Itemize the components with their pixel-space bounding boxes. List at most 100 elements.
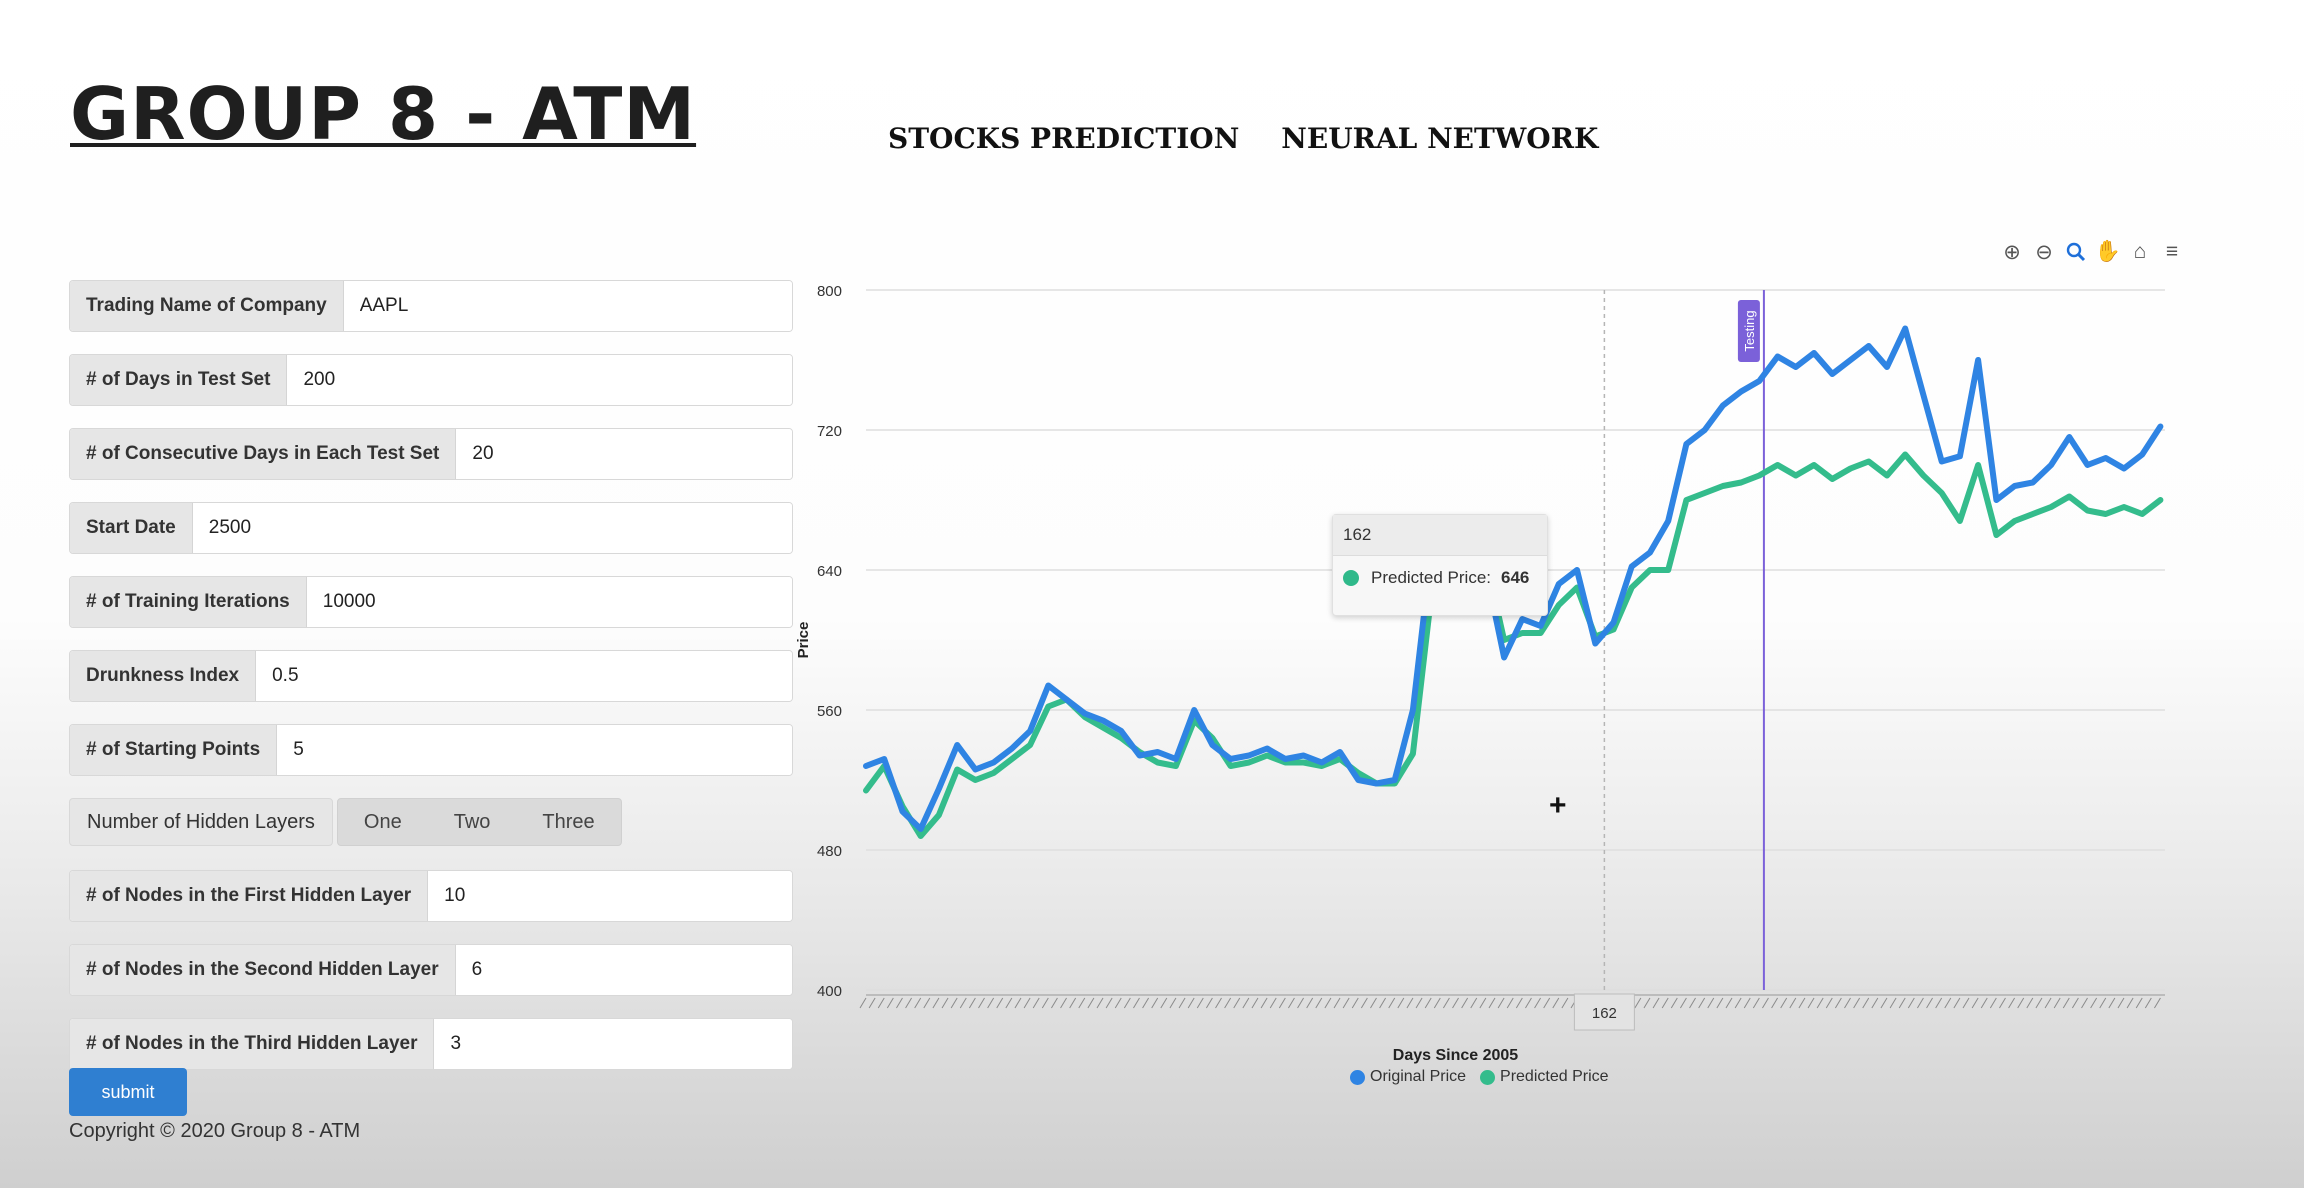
drunkness-input[interactable]	[256, 651, 792, 701]
nav-stocks-prediction[interactable]: STOCKS PREDICTION	[888, 122, 1239, 155]
x-tick-mark	[1643, 997, 1651, 1009]
x-tick-mark	[1251, 997, 1259, 1009]
x-tick-mark	[1862, 997, 1870, 1009]
x-tick-mark	[1771, 997, 1779, 1009]
second-layer-nodes-input[interactable]	[455, 945, 792, 995]
company-input[interactable]	[343, 281, 792, 331]
field-label-first-layer-nodes: # of Nodes in the First Hidden Layer	[70, 871, 429, 921]
x-tick-mark	[1944, 997, 1952, 1009]
x-tick-mark	[1133, 997, 1140, 1009]
x-tick-mark	[1096, 997, 1104, 1009]
hidden-layers-two-button[interactable]: Two	[428, 799, 517, 845]
x-tick-mark	[1725, 997, 1733, 1009]
legend-label-original: Original Price	[1370, 1068, 1467, 1085]
x-tick-mark	[1506, 997, 1514, 1009]
x-tick-mark	[2117, 997, 2125, 1009]
x-tick-mark	[923, 997, 931, 1009]
x-tick-mark	[1926, 997, 1933, 1009]
x-tick-mark	[1807, 997, 1815, 1009]
field-label-start-date: Start Date	[70, 503, 193, 553]
x-tick-mark	[1415, 997, 1423, 1009]
x-tick-mark	[950, 997, 958, 1009]
start-date-input[interactable]	[192, 503, 792, 553]
x-tick-mark	[1789, 997, 1797, 1009]
x-tick-mark	[1834, 997, 1842, 1009]
x-tick-mark	[1634, 997, 1642, 1009]
x-tick-mark	[1999, 997, 2006, 1009]
x-tick-mark	[1661, 997, 1669, 1009]
x-tick-mark	[1360, 997, 1368, 1009]
legend-item-original[interactable]: Original Price	[1350, 1068, 1466, 1086]
legend-item-predicted[interactable]: Predicted Price	[1480, 1068, 1609, 1086]
x-tick-mark	[1543, 997, 1551, 1009]
x-tick-mark	[1461, 997, 1469, 1009]
y-axis-title: Price	[795, 622, 812, 659]
x-tick-mark	[905, 997, 913, 1009]
x-tick-mark	[1278, 997, 1286, 1009]
hidden-layers-options: One Two Three	[336, 798, 622, 846]
field-row-first-layer-nodes: # of Nodes in the First Hidden Layer	[69, 870, 793, 922]
y-tick-label: 640	[817, 563, 842, 580]
x-tick-mark	[1087, 997, 1095, 1009]
tooltip-series-value: 646	[1501, 568, 1530, 587]
x-tick-mark	[868, 997, 876, 1009]
x-tick-mark	[1743, 997, 1751, 1009]
x-tick-mark	[1971, 997, 1979, 1009]
x-tick-mark	[1515, 997, 1523, 1009]
legend-swatch-original	[1350, 1069, 1365, 1085]
x-tick-mark	[1716, 997, 1724, 1009]
x-tick-mark	[1297, 997, 1304, 1009]
price-chart-svg[interactable]: 400 480 560 640 720 800 Price Days Since 2005 Te…	[790, 230, 2190, 1100]
x-tick-mark	[959, 997, 967, 1009]
x-tick-mark	[1233, 997, 1241, 1009]
test-days-input[interactable]	[287, 355, 792, 405]
consecutive-days-input[interactable]	[456, 429, 792, 479]
x-axis-title: Days Since 2005	[1393, 1047, 1519, 1064]
nav-neural-network[interactable]: NEURAL NETWORK	[1281, 122, 1598, 155]
x-tick-mark	[1379, 997, 1387, 1009]
submit-button[interactable]: submit	[69, 1068, 187, 1116]
field-label-third-layer-nodes: # of Nodes in the Third Hidden Layer	[70, 1019, 435, 1069]
x-tick-mark	[877, 997, 885, 1009]
x-tick-mark	[1123, 997, 1131, 1009]
field-label-starting-points: # of Starting Points	[70, 725, 278, 775]
x-tick-mark	[914, 997, 922, 1009]
x-tick-mark	[1406, 997, 1414, 1009]
tooltip-header: 162	[1333, 515, 1547, 556]
x-tick-mark	[968, 997, 976, 1009]
hidden-layers-three-button[interactable]: Three	[516, 799, 620, 845]
x-tick-mark	[2008, 997, 2016, 1009]
x-tick-mark	[2062, 997, 2070, 1009]
x-tick-mark	[1205, 997, 1213, 1009]
x-tick-mark	[1989, 997, 1997, 1009]
x-tick-mark	[1452, 997, 1459, 1009]
parameters-form: Trading Name of Company # of Days in Tes…	[69, 280, 793, 1092]
x-tick-mark	[932, 997, 940, 1009]
x-tick-mark	[1178, 997, 1186, 1009]
iterations-input[interactable]	[306, 577, 792, 627]
third-layer-nodes-input[interactable]	[434, 1019, 792, 1069]
y-tick-label: 400	[817, 983, 842, 1000]
starting-points-input[interactable]	[277, 725, 792, 775]
copyright-text: Copyright © 2020 Group 8 - ATM	[69, 1120, 361, 1142]
x-tick-mark	[1014, 997, 1022, 1009]
x-tick-mark	[886, 997, 894, 1009]
hidden-layers-one-button[interactable]: One	[338, 799, 428, 845]
x-tick-mark	[1324, 997, 1332, 1009]
x-tick-mark	[1552, 997, 1560, 1009]
x-tick-mark	[1078, 997, 1086, 1009]
field-row-third-layer-nodes: # of Nodes in the Third Hidden Layer	[69, 1018, 793, 1070]
x-tick-mark	[1734, 997, 1742, 1009]
first-layer-nodes-input[interactable]	[428, 871, 792, 921]
field-label-company: Trading Name of Company	[70, 281, 344, 331]
x-tick-mark	[996, 997, 1004, 1009]
x-tick-mark	[1880, 997, 1888, 1009]
x-tick-mark	[2035, 997, 2043, 1009]
x-tick-mark	[1534, 997, 1541, 1009]
x-tick-mark	[2135, 997, 2143, 1009]
x-tick-mark	[1470, 997, 1478, 1009]
field-row-second-layer-nodes: # of Nodes in the Second Hidden Layer	[69, 944, 793, 996]
x-tick-mark	[1333, 997, 1341, 1009]
x-tick-mark	[2108, 997, 2116, 1009]
x-tick-mark	[1370, 997, 1377, 1009]
